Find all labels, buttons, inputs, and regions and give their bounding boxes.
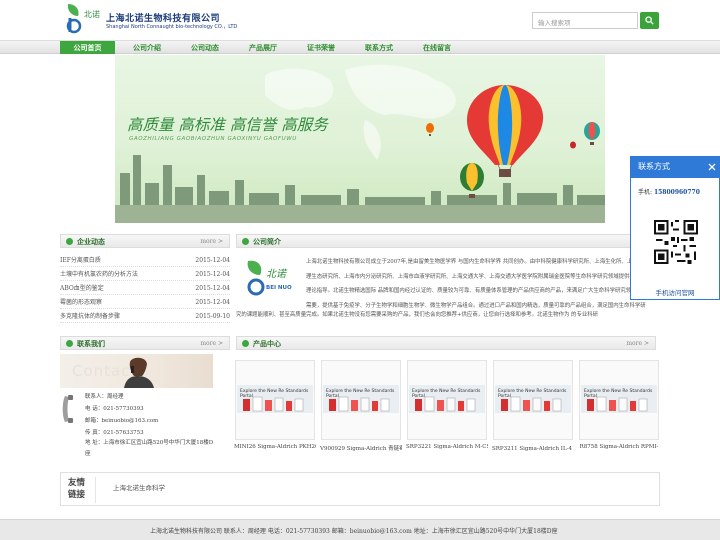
search-button[interactable]	[640, 12, 659, 29]
banner-slogan-pinyin: GAOZHILIANG GAOBIAOZHUN GAOXINYU GAOFUWU	[129, 136, 297, 142]
nav-news[interactable]: 公司动态	[180, 41, 230, 54]
section-bullet-icon	[242, 238, 249, 245]
intro-body: 北诺 BEI NUO 上海北诺生物科技有限公司成立于2007年,是由留美生物医学…	[236, 255, 656, 333]
news-item[interactable]: 多克隆抗体的制备步骤 2015-09-10	[60, 310, 230, 323]
product-caption[interactable]: R8758 Sigma-Aldrich RPMI-	[578, 444, 660, 450]
news-title[interactable]: 土壤中有机氯农药的分析方法	[60, 268, 138, 281]
divider	[95, 477, 96, 503]
products-panel-title: 产品中心	[253, 339, 281, 348]
product-thumb[interactable]: Explore the New Re Standards Portal	[321, 360, 401, 440]
product-thumb[interactable]: Explore the New Re Standards Portal	[493, 360, 573, 440]
main-nav: 公司首页 公司介绍 公司动态 产品展厅 证书荣誉 联系方式 在线留言	[0, 40, 720, 54]
product-thumb-title: Explore the New Re Standards Portal	[240, 389, 309, 399]
footer-text: 上海北诺生物科技有限公司 联系人：周经理 电话：021-57730393 邮箱：…	[150, 528, 558, 535]
site-footer: 上海北诺生物科技有限公司 联系人：周经理 电话：021-57730393 邮箱：…	[0, 519, 720, 540]
hero-banner[interactable]: 高质量 高标准 高信誉 高服务 GAOZHILIANG GAOBIAOZHUN …	[115, 55, 605, 223]
product-thumb-title: Explore the New Re Standards Portal	[498, 389, 567, 399]
contact-banner-image: Contact	[60, 354, 213, 388]
search-input[interactable]: 输入搜索项	[532, 12, 638, 29]
contact-fax: 传 真：021-57633753	[85, 430, 144, 436]
close-icon[interactable]	[707, 162, 717, 172]
floating-panel-header: 联系方式	[631, 157, 719, 178]
news-item[interactable]: ABO血型的鉴定 2015-12-04	[60, 282, 230, 295]
floating-phone: 手机: 15800960770	[638, 187, 700, 196]
intro-panel-title: 公司简介	[253, 237, 281, 246]
company-name-en: Shanghai North Connaught bio-technology …	[106, 24, 238, 30]
products-panel-header: 产品中心 more >	[236, 336, 656, 350]
product-caption[interactable]: MINI26 Sigma-Aldrich PKH26	[234, 444, 316, 450]
nav-certificates[interactable]: 证书荣誉	[296, 41, 346, 54]
page-root: 北诺 上海北诺生物科技有限公司 Shanghai North Connaught…	[0, 0, 720, 540]
news-item[interactable]: IEF分离蛋白质 2015-12-04	[60, 254, 230, 267]
woman-on-phone-image	[124, 357, 154, 388]
news-date: 2015-12-04	[195, 299, 230, 306]
news-item[interactable]: 土壤中有机氯农药的分析方法 2015-12-04	[60, 268, 230, 281]
site-header: 北诺 上海北诺生物科技有限公司 Shanghai North Connaught…	[0, 0, 720, 40]
news-title[interactable]: 霉菌的形态观察	[60, 296, 102, 309]
product-thumb-title: Explore the New Re Standards Portal	[584, 389, 653, 399]
contact-address-cont: 座	[85, 451, 91, 457]
product-thumb[interactable]: Explore the New Re Standards Portal	[407, 360, 487, 440]
news-date: 2015-12-04	[195, 271, 230, 278]
phone-label: 手机:	[638, 189, 653, 196]
friend-links: 友情链接 上海北诺生命科学	[60, 472, 660, 506]
news-date: 2015-12-04	[195, 257, 230, 264]
news-title[interactable]: IEF分离蛋白质	[60, 254, 101, 267]
product-thumb[interactable]: Explore the New Re Standards Portal	[579, 360, 659, 440]
mobile-site-link[interactable]: 手机访问官网	[631, 287, 719, 297]
news-date: 2015-09-10	[195, 313, 230, 320]
company-logo[interactable]: 北诺 上海北诺生物科技有限公司 Shanghai North Connaught…	[62, 2, 237, 34]
intro-logo-leaf-icon: 北诺 BEI NUO	[247, 260, 292, 296]
banner-slogan: 高质量 高标准 高信誉 高服务	[127, 116, 328, 134]
contact-panel-header: 联系我们 more >	[60, 336, 230, 350]
intro-logo-cn: 北诺	[266, 268, 288, 280]
floating-contact-panel: 联系方式 手机: 15800960770 手机访问官网	[630, 156, 720, 300]
logo-leaf-icon: 北诺	[66, 4, 100, 34]
logo-mark-text: 北诺	[84, 9, 100, 19]
qr-code-icon	[654, 220, 698, 264]
products-more-link[interactable]: more >	[626, 338, 649, 350]
product-caption[interactable]: SRP3211 Sigma-Aldrich IL-4 来	[492, 444, 574, 452]
news-date: 2015-12-04	[195, 285, 230, 292]
product-thumb-title: Explore the New Re Standards Portal	[412, 389, 481, 399]
nav-about[interactable]: 公司介绍	[122, 41, 172, 54]
nav-products[interactable]: 产品展厅	[238, 41, 288, 54]
news-panel-header: 企业动态 more >	[60, 234, 230, 248]
contact-email[interactable]: 邮箱：beinuobio@163.com	[85, 416, 158, 424]
nav-home[interactable]: 公司首页	[60, 41, 115, 54]
product-thumb[interactable]: Explore the New Re Standards Portal	[235, 360, 315, 440]
news-title[interactable]: 多克隆抗体的制备步骤	[60, 310, 120, 323]
nav-message[interactable]: 在线留言	[412, 41, 462, 54]
section-bullet-icon	[66, 340, 73, 347]
intro-text: 上海北诺生物科技有限公司成立于2007年,是由留美生物医学界 与国内生命科学界 …	[306, 259, 657, 309]
contact-address: 地 址：上海市徐汇区宜山路520号中华门大厦18楼D	[85, 440, 214, 446]
search-icon	[645, 16, 654, 25]
news-item[interactable]: 霉菌的形态观察 2015-12-04	[60, 296, 230, 309]
section-bullet-icon	[66, 238, 73, 245]
contact-tel: 电 话：021-57730393	[85, 406, 144, 412]
friend-link-item[interactable]: 上海北诺生命科学	[113, 482, 165, 492]
product-thumb-title: Explore the New Re Standards Portal	[326, 389, 395, 399]
contact-person: 联系人：周经理	[85, 394, 124, 400]
floating-panel-title: 联系方式	[638, 162, 670, 171]
friend-links-title: 友情链接	[68, 478, 86, 500]
news-title[interactable]: ABO血型的鉴定	[60, 282, 104, 295]
intro-panel-header: 公司简介	[236, 234, 656, 248]
phone-number[interactable]: 15800960770	[654, 189, 700, 196]
contact-more-link[interactable]: more >	[200, 338, 223, 350]
telephone-icon	[62, 395, 73, 423]
news-panel-title: 企业动态	[77, 237, 105, 246]
product-caption[interactable]: V900929 Sigma-Aldrich 青链霉	[320, 444, 402, 452]
product-caption[interactable]: SRP3221 Sigma-Aldrich M-CSF	[406, 444, 488, 450]
nav-contact[interactable]: 联系方式	[354, 41, 404, 54]
contact-panel-title: 联系我们	[77, 339, 105, 348]
news-more-link[interactable]: more >	[200, 236, 223, 248]
section-bullet-icon	[242, 340, 249, 347]
intro-logo-en: BEI NUO	[266, 285, 292, 291]
intro-text-tail: 究的课题能顺利、甚至高质量完成。如果北诺生物没有您需要采购的产品，我们也会向您推…	[236, 312, 599, 318]
